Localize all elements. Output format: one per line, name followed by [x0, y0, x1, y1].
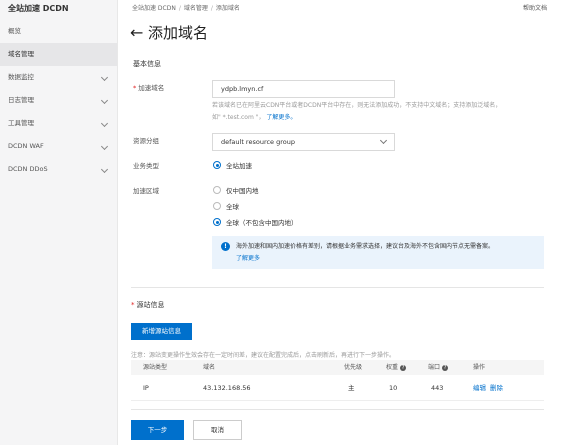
region-radio-global-excl-mainland[interactable] — [213, 218, 221, 226]
section-title-origin: * 源站信息 — [131, 301, 165, 309]
sidebar-item-tool-management[interactable]: 工具管理 — [0, 112, 117, 135]
add-origin-button[interactable]: 新增源站信息 — [131, 323, 192, 340]
origin-domain-cell: 43.132.168.56 — [203, 384, 251, 392]
topbar: 全站加速 DCDN / 域名管理 / 添加域名 帮助文档 — [118, 0, 561, 14]
domain-hint: 若该域名已在阿里云CDN平台或者DCDN平台中存在，则无法添加成功，不支持中文域… — [212, 102, 502, 121]
actions-cell: 编辑 删除 — [473, 375, 507, 401]
sidebar-item-label: 概览 — [8, 27, 21, 35]
sidebar-item-label: 数据监控 — [8, 73, 34, 81]
chevron-down-icon — [100, 119, 109, 128]
region-label: 加速区域 — [133, 187, 159, 195]
chevron-down-icon — [100, 96, 109, 105]
resource-group-select[interactable]: default resource group — [212, 133, 395, 151]
column-header: 源站类型 — [143, 364, 168, 371]
table-row: IP 43.132.168.56 主 10 443 编辑 删除 — [131, 375, 544, 401]
origin-port-cell: 443 — [431, 384, 444, 392]
sidebar-item-label: 日志管理 — [8, 96, 34, 104]
section-title-basic: 基本信息 — [133, 60, 161, 68]
chevron-down-icon — [379, 136, 388, 145]
sidebar-item-dcdn-waf[interactable]: DCDN WAF — [0, 135, 117, 158]
help-docs-link[interactable]: 帮助文档 — [523, 3, 547, 12]
domain-input[interactable]: ydpb.lmyn.cf — [212, 80, 395, 98]
sidebar-item-log-management[interactable]: 日志管理 — [0, 89, 117, 112]
breadcrumb-item[interactable]: 全站加速 DCDN — [132, 5, 176, 12]
sidebar-item-data-monitor[interactable]: 数据监控 — [0, 66, 117, 89]
column-header: 域名 — [203, 364, 216, 371]
back-arrow-icon[interactable]: ← — [130, 24, 143, 42]
info-box: ! 海外加速和国内加速价格有差别，请根据业务需求选择，建议台及海外不包含国内节点… — [212, 236, 544, 269]
sidebar-item-label: DCDN WAF — [8, 142, 44, 150]
sidebar-item-label: DCDN DDoS — [8, 165, 48, 173]
sidebar-item-label: 域名管理 — [8, 50, 34, 58]
region-option-label: 全球（不包含中国内地） — [226, 219, 298, 227]
sidebar-item-overview[interactable]: 概览 — [0, 20, 117, 43]
info-text: 海外加速和国内加速价格有差别，请根据业务需求选择，建议台及海外不包含国内节点无需… — [236, 243, 495, 250]
cancel-button[interactable]: 取消 — [193, 420, 242, 440]
divider — [131, 287, 544, 288]
sidebar-item-label: 工具管理 — [8, 119, 34, 127]
breadcrumb: 全站加速 DCDN / 域名管理 / 添加域名 — [132, 5, 240, 12]
sidebar-item-dcdn-ddos[interactable]: DCDN DDoS — [0, 158, 117, 181]
column-header: 权重? — [386, 364, 407, 371]
next-step-button[interactable]: 下一步 — [131, 420, 184, 440]
biz-type-label: 业务类型 — [133, 162, 159, 170]
origin-note: 注意：源站变更操作生效会存在一定时间差，建议在配置完成后，点击刷新后，再进行下一… — [131, 352, 396, 359]
column-header: 端口? — [428, 364, 449, 371]
info-learn-more-link[interactable]: 了解更多 — [236, 253, 494, 265]
chevron-down-icon — [100, 73, 109, 82]
delete-link[interactable]: 删除 — [490, 384, 503, 392]
table-header: 源站类型 域名 优先级 权重? 端口? 操作 — [131, 360, 544, 375]
learn-more-link[interactable]: 了解更多。 — [266, 114, 296, 121]
resource-group-label: 资源分组 — [133, 137, 159, 145]
origin-weight-cell: 10 — [389, 384, 398, 392]
region-option-label: 仅中国内地 — [226, 187, 259, 195]
region-radio-global[interactable] — [213, 202, 221, 210]
domain-label: * 加速域名 — [133, 84, 165, 92]
sidebar-item-domain-management[interactable]: 域名管理 — [0, 43, 117, 66]
help-icon[interactable]: ? — [442, 364, 449, 371]
sidebar: 全站加速 DCDN 概览 域名管理 数据监控 日志管理 工具管理 DCDN WA… — [0, 0, 118, 445]
origin-type-cell: IP — [143, 384, 149, 392]
help-icon[interactable]: ? — [400, 364, 407, 371]
origin-table: 源站类型 域名 优先级 权重? 端口? 操作 IP 43.132.168.56 … — [131, 360, 544, 401]
breadcrumb-item: 添加域名 — [215, 5, 240, 12]
divider — [131, 409, 544, 410]
region-radio-mainland[interactable] — [213, 186, 221, 194]
edit-link[interactable]: 编辑 — [473, 384, 486, 392]
breadcrumb-item[interactable]: 域名管理 — [184, 5, 208, 12]
column-header: 优先级 — [344, 364, 363, 371]
chevron-down-icon — [100, 142, 109, 151]
sidebar-title: 全站加速 DCDN — [8, 4, 69, 13]
page-title: 添加域名 — [148, 24, 209, 42]
origin-priority-cell: 主 — [348, 384, 355, 392]
chevron-down-icon — [100, 165, 109, 174]
column-header: 操作 — [473, 364, 486, 371]
biz-type-option-label: 全站加速 — [226, 162, 252, 170]
info-icon: ! — [221, 242, 230, 251]
region-option-label: 全球 — [226, 203, 239, 211]
biz-type-radio-full[interactable] — [213, 161, 221, 169]
